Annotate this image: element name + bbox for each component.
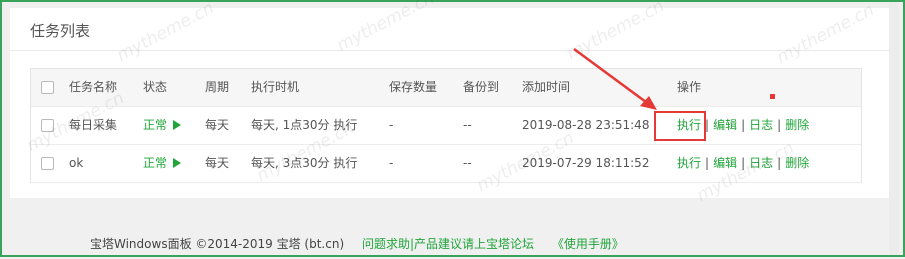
manual-link[interactable]: 《使用手册》	[552, 237, 624, 251]
run-highlight-box	[654, 111, 706, 141]
annotation-dot	[770, 94, 775, 99]
screenshot-frame: 任务列表 任务名称 状态 周期 执行时机 保存数量 备份到 添加时间 操作 每日…	[0, 0, 905, 257]
footer-copyright: 宝塔Windows面板 ©2014-2019 宝塔 (bt.cn)	[90, 237, 345, 251]
forum-link[interactable]: 问题求助|产品建议请上宝塔论坛	[362, 237, 534, 251]
page-footer: 宝塔Windows面板 ©2014-2019 宝塔 (bt.cn) 问题求助|产…	[90, 235, 624, 252]
annotation-arrow	[573, 47, 657, 110]
vertical-scrollbar[interactable]	[889, 2, 899, 255]
